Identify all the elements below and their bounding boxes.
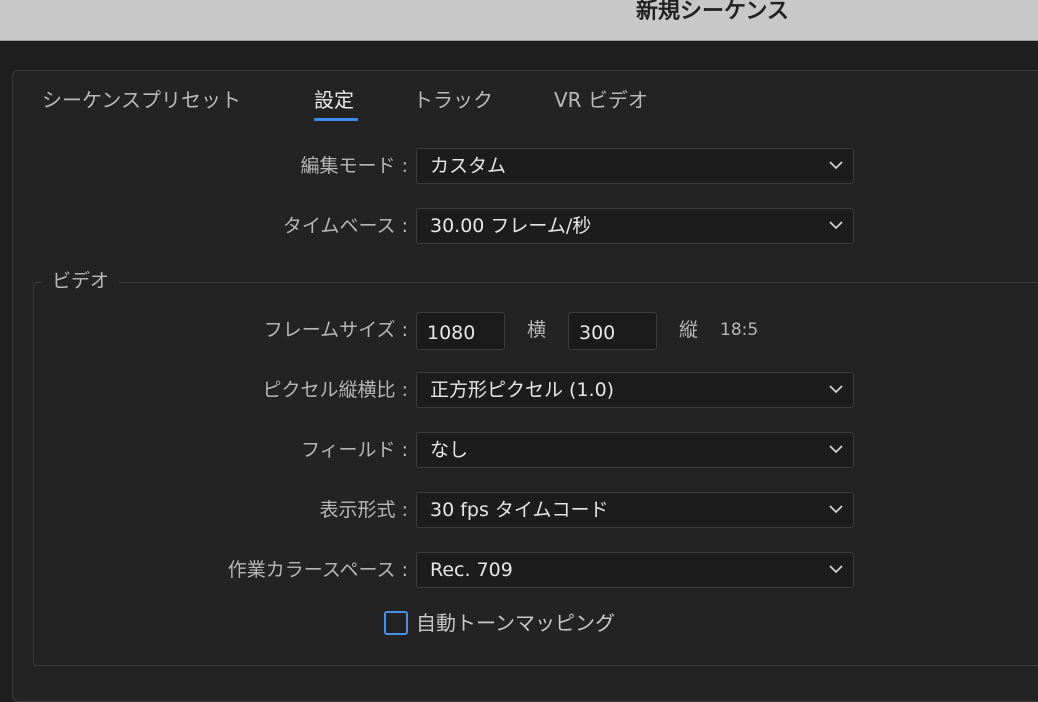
title-bar: 新規シーケンス: [0, 0, 1038, 41]
tab-vr-video[interactable]: VR ビデオ: [554, 86, 648, 116]
frame-width-unit: 横: [527, 319, 547, 341]
chevron-down-icon: [829, 161, 843, 170]
editing-mode-value: カスタム: [430, 155, 507, 177]
fields-value: なし: [430, 439, 469, 461]
color-space-value: Rec. 709: [430, 559, 513, 581]
frame-height-unit: 縦: [679, 319, 699, 341]
color-space-dropdown[interactable]: Rec. 709: [416, 552, 854, 588]
color-space-label: 作業カラースペース :: [227, 559, 408, 581]
timebase-value: 30.00 フレーム/秒: [430, 215, 592, 237]
window-title: 新規シーケンス: [636, 0, 789, 24]
timebase-dropdown[interactable]: 30.00 フレーム/秒: [416, 208, 854, 244]
chevron-down-icon: [829, 565, 843, 574]
active-tab-indicator: [314, 118, 358, 121]
chevron-down-icon: [829, 445, 843, 454]
tab-tracks[interactable]: トラック: [413, 86, 493, 116]
editing-mode-label: 編集モード :: [300, 155, 408, 177]
editing-mode-dropdown[interactable]: カスタム: [416, 148, 854, 184]
timebase-label: タイムベース :: [282, 215, 408, 237]
chevron-down-icon: [829, 505, 843, 514]
fields-dropdown[interactable]: なし: [416, 432, 854, 468]
auto-tone-mapping-label[interactable]: 自動トーンマッピング: [416, 608, 615, 638]
display-format-value: 30 fps タイムコード: [430, 499, 609, 521]
pixel-aspect-value: 正方形ピクセル (1.0): [430, 379, 615, 401]
pixel-aspect-label: ピクセル縦横比 :: [262, 379, 408, 401]
video-group-legend: ビデオ: [42, 268, 120, 294]
chevron-down-icon: [829, 221, 843, 230]
frame-aspect-ratio: 18:5: [720, 320, 759, 340]
pixel-aspect-dropdown[interactable]: 正方形ピクセル (1.0): [416, 372, 854, 408]
chevron-down-icon: [829, 385, 843, 394]
display-format-dropdown[interactable]: 30 fps タイムコード: [416, 492, 854, 528]
frame-width-input[interactable]: 1080: [416, 312, 505, 350]
frame-size-label: フレームサイズ :: [263, 319, 408, 341]
tab-settings[interactable]: 設定: [314, 86, 354, 116]
fields-label: フィールド :: [300, 439, 408, 461]
frame-height-input[interactable]: 300: [568, 312, 657, 350]
auto-tone-mapping-checkbox[interactable]: [384, 611, 408, 635]
display-format-label: 表示形式 :: [319, 499, 408, 521]
tab-sequence-presets[interactable]: シーケンスプリセット: [42, 86, 241, 116]
